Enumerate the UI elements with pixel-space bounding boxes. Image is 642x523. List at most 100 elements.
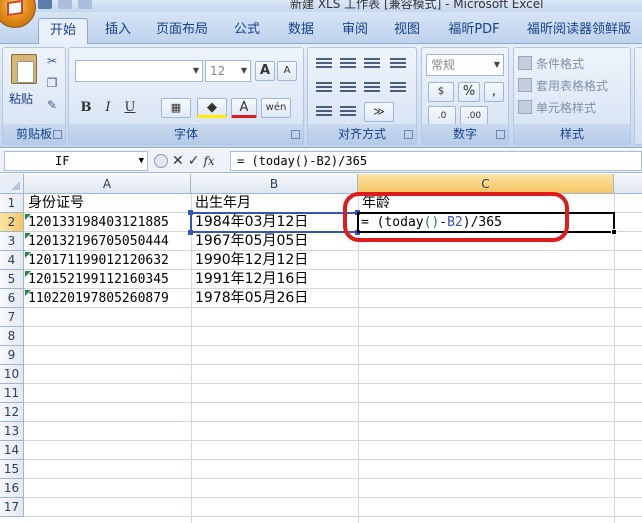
cancel-icon[interactable]: ✕ xyxy=(172,153,184,169)
number-format-combo[interactable]: 常规 ▼ xyxy=(426,54,504,76)
format-as-table-button[interactable]: 套用表格格式 xyxy=(536,77,608,94)
insert-function-button[interactable]: fx xyxy=(203,154,214,168)
tab-data[interactable]: 数据 xyxy=(280,18,322,44)
underline-button[interactable]: U xyxy=(121,98,139,118)
font-name-combo[interactable]: ▼ xyxy=(75,60,203,82)
decrease-decimal-button[interactable]: .00 xyxy=(460,106,488,126)
shrink-font-button[interactable]: A xyxy=(277,61,297,81)
row-header-4[interactable]: 4 xyxy=(0,251,24,270)
number-launcher-icon[interactable] xyxy=(496,130,505,139)
align-top-icon[interactable] xyxy=(316,58,332,70)
cell-b4[interactable]: 1990年12月12日 xyxy=(193,251,308,270)
formula-input[interactable]: = (today()-B2)/365 xyxy=(230,151,642,171)
tab-view[interactable]: 视图 xyxy=(386,18,428,44)
merge-center-icon[interactable] xyxy=(390,82,406,94)
ref-handle[interactable] xyxy=(188,210,193,215)
font-launcher-icon[interactable] xyxy=(291,130,300,139)
enter-icon[interactable]: ✓ xyxy=(188,153,200,169)
tab-review[interactable]: 审阅 xyxy=(334,18,376,44)
cut-icon[interactable]: ✂ xyxy=(45,54,59,68)
expand-icon[interactable] xyxy=(154,154,168,168)
save-icon[interactable] xyxy=(38,0,52,9)
wrap-text-button[interactable]: ≫ xyxy=(364,102,394,122)
ref-handle[interactable] xyxy=(188,230,193,235)
cell-a1[interactable]: 身份证号 xyxy=(26,194,84,213)
error-indicator-icon[interactable] xyxy=(25,233,31,239)
italic-button[interactable]: I xyxy=(99,98,117,118)
bold-button[interactable]: B xyxy=(77,98,95,118)
cell-a3[interactable]: 120132196705050444 xyxy=(26,232,169,251)
error-indicator-icon[interactable] xyxy=(25,271,31,277)
row-header-3[interactable]: 3 xyxy=(0,232,24,251)
tab-foxit-reader[interactable]: 福昕阅读器领鲜版 xyxy=(516,18,642,44)
increase-indent-icon[interactable] xyxy=(340,106,356,118)
align-middle-icon[interactable] xyxy=(340,58,356,70)
row-header-15[interactable]: 15 xyxy=(0,460,24,479)
currency-button[interactable]: $ xyxy=(428,82,454,102)
row-header-2[interactable]: 2 xyxy=(0,213,24,232)
font-size-combo[interactable]: 12 ▼ xyxy=(205,60,251,82)
row-header-7[interactable]: 7 xyxy=(0,308,24,327)
row-header-10[interactable]: 10 xyxy=(0,365,24,384)
name-box[interactable]: IF ▼ xyxy=(4,151,148,171)
cell-styles-button[interactable]: 单元格样式 xyxy=(536,99,596,116)
column-header-a[interactable]: A xyxy=(24,174,191,194)
row-header-9[interactable]: 9 xyxy=(0,346,24,365)
row-header-13[interactable]: 13 xyxy=(0,422,24,441)
error-indicator-icon[interactable] xyxy=(25,252,31,258)
cell-b6[interactable]: 1978年05月26日 xyxy=(193,289,308,308)
cell-a5[interactable]: 120152199112160345 xyxy=(26,270,169,289)
align-center-icon[interactable] xyxy=(340,82,356,94)
comma-button[interactable]: , xyxy=(484,82,504,102)
redo-icon[interactable] xyxy=(78,0,92,9)
error-indicator-icon[interactable] xyxy=(25,214,31,220)
cell-b1[interactable]: 出生年月 xyxy=(193,194,251,213)
clipboard-launcher-icon[interactable] xyxy=(53,130,62,139)
orientation-icon[interactable] xyxy=(390,58,406,70)
row-header-8[interactable]: 8 xyxy=(0,327,24,346)
select-all-button[interactable] xyxy=(0,174,24,194)
tab-foxit-pdf[interactable]: 福昕PDF xyxy=(440,18,508,44)
tab-page-layout[interactable]: 页面布局 xyxy=(150,18,214,44)
tab-formulas[interactable]: 公式 xyxy=(226,18,268,44)
paste-icon[interactable] xyxy=(11,54,37,84)
row-header-14[interactable]: 14 xyxy=(0,441,24,460)
row-header-1[interactable]: 1 xyxy=(0,194,24,213)
row-header-5[interactable]: 5 xyxy=(0,270,24,289)
row-header-16[interactable]: 16 xyxy=(0,479,24,498)
decrease-indent-icon[interactable] xyxy=(316,106,332,118)
percent-button[interactable]: % xyxy=(458,82,480,102)
cell-a4[interactable]: 120171199012120632 xyxy=(26,251,169,270)
fill-color-button[interactable]: ◆ xyxy=(197,98,227,118)
phonetic-button[interactable]: wén xyxy=(261,98,291,118)
column-header-d[interactable] xyxy=(614,174,642,194)
conditional-format-button[interactable]: 条件格式 xyxy=(536,55,584,72)
font-color-button[interactable]: A xyxy=(231,98,257,118)
row-header-12[interactable]: 12 xyxy=(0,403,24,422)
grow-font-button[interactable]: A xyxy=(255,61,275,81)
fill-handle[interactable] xyxy=(611,229,617,235)
cell-b5[interactable]: 1991年12月16日 xyxy=(193,270,308,289)
column-header-c[interactable]: C xyxy=(358,174,614,194)
row-header-6[interactable]: 6 xyxy=(0,289,24,308)
tab-home[interactable]: 开始 xyxy=(38,18,88,44)
cell-a6[interactable]: 110220197805260879 xyxy=(26,289,169,308)
border-button[interactable]: ▦ xyxy=(161,98,191,118)
format-painter-icon[interactable]: ✎ xyxy=(45,98,59,112)
row-header-11[interactable]: 11 xyxy=(0,384,24,403)
tab-insert[interactable]: 插入 xyxy=(96,18,140,44)
column-header-b[interactable]: B xyxy=(191,174,358,194)
undo-icon[interactable] xyxy=(58,0,72,9)
chevron-down-icon: ▼ xyxy=(192,66,199,75)
cell-b3[interactable]: 1967年05月05日 xyxy=(193,232,308,251)
row-header-17[interactable]: 17 xyxy=(0,498,24,517)
align-left-icon[interactable] xyxy=(316,82,332,94)
align-right-icon[interactable] xyxy=(364,82,380,94)
error-indicator-icon[interactable] xyxy=(25,290,31,296)
cell-a2[interactable]: 120133198403121885 xyxy=(26,213,169,232)
increase-decimal-button[interactable]: .0 xyxy=(428,106,456,126)
alignment-launcher-icon[interactable] xyxy=(404,130,413,139)
copy-icon[interactable]: ❐ xyxy=(45,76,59,90)
paste-button[interactable]: 粘贴 xyxy=(9,90,33,107)
align-bottom-icon[interactable] xyxy=(364,58,380,70)
